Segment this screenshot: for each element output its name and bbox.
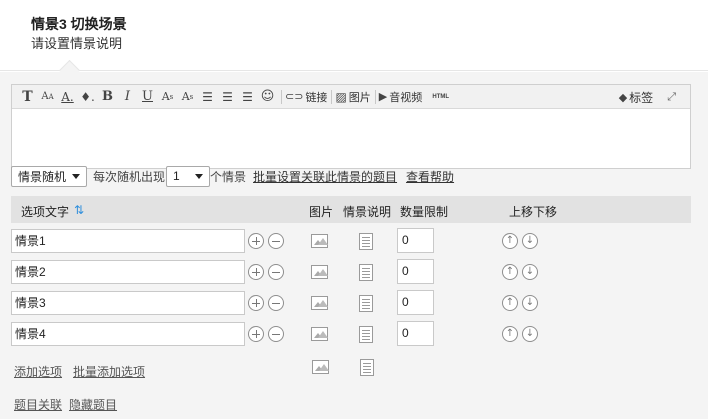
batch-image-icon[interactable]: [312, 360, 329, 374]
link-icon: ⊂⊃: [285, 90, 304, 103]
sort-icon[interactable]: ⇅: [74, 203, 84, 217]
italic-icon[interactable]: I: [118, 87, 137, 107]
option-row: 情景3 0 ↑ ↓: [11, 290, 691, 315]
move-down-icon[interactable]: ↓: [522, 264, 538, 280]
align-right-icon[interactable]: ☰: [238, 87, 257, 107]
header-image: 图片: [309, 205, 334, 219]
tag-icon[interactable]: ◆: [619, 91, 627, 104]
move-down-icon[interactable]: ↓: [522, 295, 538, 311]
option-text-input[interactable]: 情景1: [11, 229, 245, 253]
description-icon[interactable]: [359, 233, 373, 250]
media-label: 音视频: [389, 91, 423, 104]
header-option-text: 选项文字: [21, 205, 70, 219]
editor-text-area[interactable]: [12, 109, 690, 168]
option-text-input[interactable]: 情景2: [11, 260, 245, 284]
scene-title[interactable]: 情景3 切换场景: [31, 14, 127, 34]
add-option-icon[interactable]: [248, 326, 264, 342]
add-option-icon[interactable]: [248, 295, 264, 311]
header-quantity-limit: 数量限制: [400, 205, 449, 219]
batch-description-icon[interactable]: [360, 359, 374, 376]
add-option-link[interactable]: 添加选项: [14, 363, 62, 380]
move-down-icon[interactable]: ↓: [522, 233, 538, 249]
image-icon[interactable]: [311, 296, 328, 310]
move-up-icon[interactable]: ↑: [502, 264, 518, 280]
font-size-icon[interactable]: AA: [38, 87, 57, 107]
video-icon: ▶: [378, 90, 388, 103]
option-text-input[interactable]: 情景3: [11, 291, 245, 315]
background-color-icon[interactable]: ♦.: [78, 87, 97, 107]
random-count-value: 1: [173, 169, 180, 183]
question-relation-link[interactable]: 题目关联: [14, 396, 62, 413]
font-color-icon[interactable]: A.: [58, 87, 77, 107]
option-row: 情景2 0 ↑ ↓: [11, 259, 691, 284]
toolbar-divider: [331, 89, 333, 104]
image-icon[interactable]: [311, 265, 328, 279]
header-move: 上移下移: [509, 205, 558, 219]
chevron-down-icon: [195, 173, 204, 179]
option-text-input[interactable]: 情景4: [11, 322, 245, 346]
description-icon[interactable]: [359, 295, 373, 312]
font-family-icon[interactable]: T: [18, 87, 37, 107]
image-icon[interactable]: [311, 327, 328, 341]
scene-mode-value: 情景随机: [18, 169, 67, 184]
align-center-icon[interactable]: ☰: [218, 87, 237, 107]
scene-mode-select[interactable]: 情景随机: [11, 165, 87, 187]
option-row: 情景4 0 ↑ ↓: [11, 321, 691, 346]
html-source-button[interactable]: HTML: [431, 87, 450, 107]
chevron-down-icon: [72, 173, 80, 179]
scene-settings-panel: T AA A. ♦. B I U As As ☰ ☰ ☰ ☺ ⊂⊃ 链接 ▨ 图…: [0, 72, 708, 419]
image-icon: ▨: [335, 89, 347, 104]
batch-set-relation-link[interactable]: 批量设置关联此情景的题目: [253, 168, 397, 185]
image-icon[interactable]: [311, 234, 328, 248]
hide-question-link[interactable]: 隐藏题目: [69, 396, 117, 413]
media-button[interactable]: ▶ 音视频: [379, 87, 422, 107]
align-left-icon[interactable]: ☰: [198, 87, 217, 107]
toolbar-right: ◆ 标签 ⤢: [619, 87, 676, 107]
tag-label[interactable]: 标签: [629, 89, 653, 106]
editor-toolbar: T AA A. ♦. B I U As As ☰ ☰ ☰ ☺ ⊂⊃ 链接 ▨ 图…: [12, 85, 690, 109]
fullscreen-icon[interactable]: ⤢: [667, 90, 676, 104]
link-label: 链接: [305, 91, 328, 104]
scene-unit-label: 个情景: [210, 169, 247, 184]
add-option-icon[interactable]: [248, 264, 264, 280]
options-table-header: 选项文字 ⇅ 图片 情景说明 数量限制 上移下移: [11, 196, 691, 223]
remove-option-icon[interactable]: [268, 326, 284, 342]
view-help-link[interactable]: 查看帮助: [406, 168, 454, 185]
emoji-icon[interactable]: ☺: [258, 87, 277, 107]
header-description: 情景说明: [343, 205, 392, 219]
scene-subtitle[interactable]: 请设置情景说明: [31, 33, 122, 52]
move-up-icon[interactable]: ↑: [502, 233, 518, 249]
superscript-icon[interactable]: As: [178, 87, 197, 107]
random-count-select[interactable]: 1: [166, 165, 211, 187]
scene-header: 情景3 切换场景 请设置情景说明: [0, 0, 708, 71]
underline-icon[interactable]: U: [138, 87, 157, 107]
image-button[interactable]: ▨ 图片: [335, 87, 370, 107]
rich-text-editor: T AA A. ♦. B I U As As ☰ ☰ ☰ ☺ ⊂⊃ 链接 ▨ 图…: [11, 84, 691, 169]
move-up-icon[interactable]: ↑: [502, 326, 518, 342]
quantity-limit-input[interactable]: 0: [397, 259, 434, 284]
each-random-label: 每次随机出现: [93, 169, 166, 184]
bold-icon[interactable]: B: [98, 87, 117, 107]
remove-option-icon[interactable]: [268, 233, 284, 249]
image-label: 图片: [348, 91, 371, 104]
link-button[interactable]: ⊂⊃ 链接: [285, 87, 327, 107]
move-down-icon[interactable]: ↓: [522, 326, 538, 342]
toolbar-divider: [281, 89, 282, 104]
description-icon[interactable]: [359, 326, 373, 343]
subscript-icon[interactable]: As: [158, 87, 177, 107]
toolbar-divider: [374, 89, 376, 104]
option-row: 情景1 0 ↑ ↓: [11, 228, 691, 253]
quantity-limit-input[interactable]: 0: [397, 228, 434, 253]
add-option-icon[interactable]: [248, 233, 264, 249]
quantity-limit-input[interactable]: 0: [397, 321, 434, 346]
remove-option-icon[interactable]: [268, 295, 284, 311]
description-icon[interactable]: [359, 264, 373, 281]
random-settings-row: 情景随机 每次随机出现 1 个情景 批量设置关联此情景的题目 查看帮助: [11, 165, 454, 187]
remove-option-icon[interactable]: [268, 264, 284, 280]
move-up-icon[interactable]: ↑: [502, 295, 518, 311]
batch-add-option-link[interactable]: 批量添加选项: [73, 363, 145, 380]
quantity-limit-input[interactable]: 0: [397, 290, 434, 315]
